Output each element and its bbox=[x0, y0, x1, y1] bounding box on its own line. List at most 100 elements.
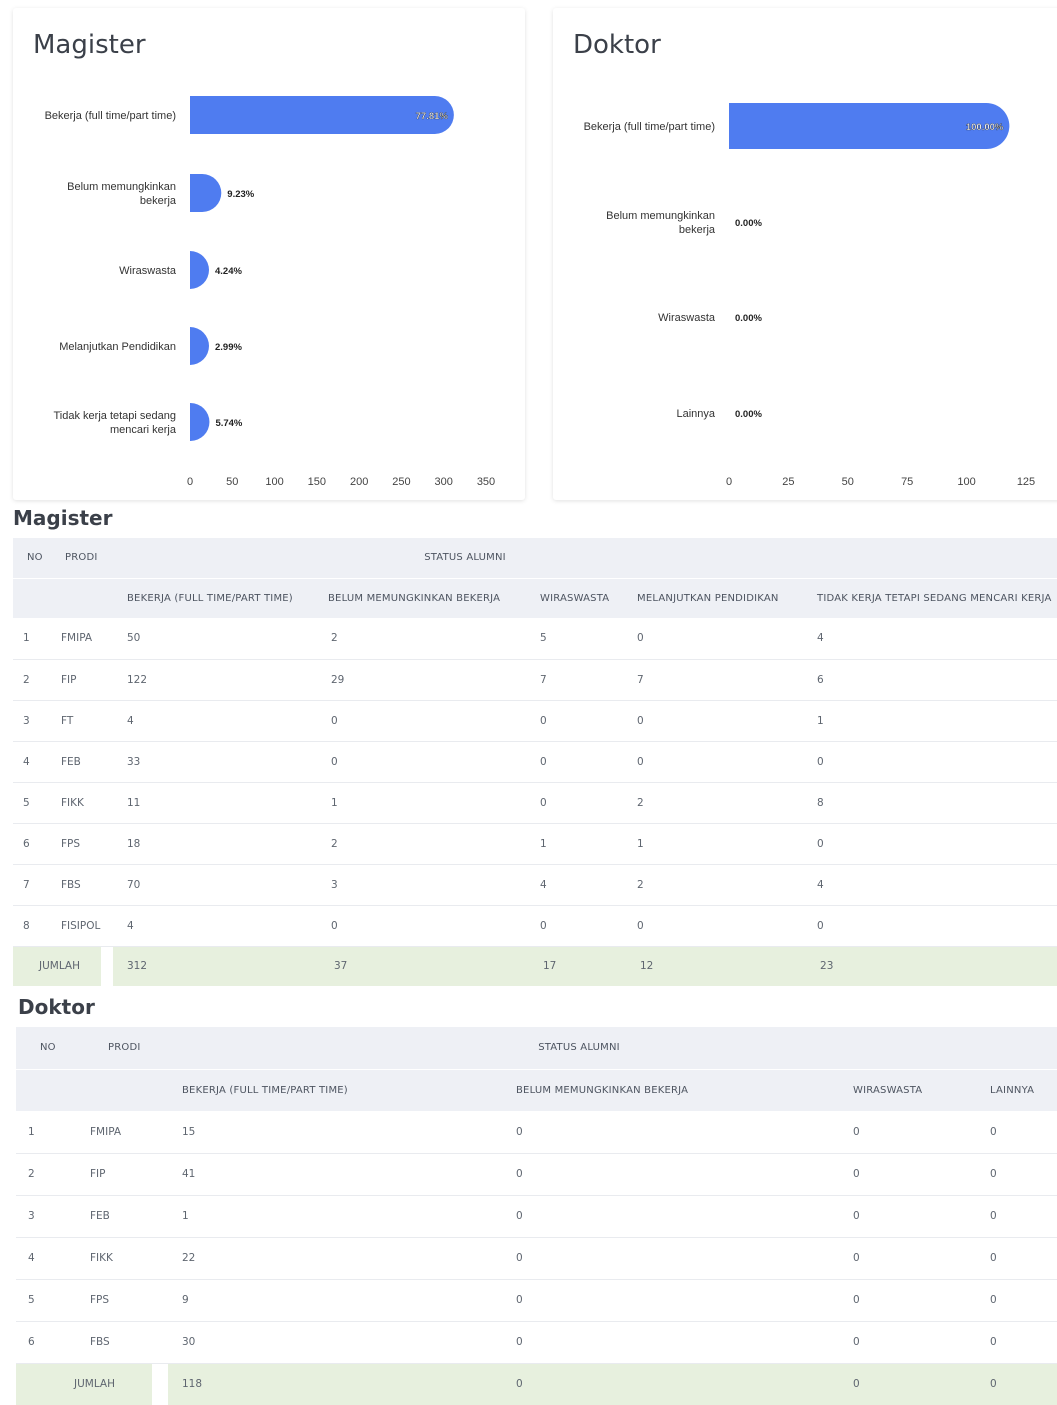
value-cell: 0 bbox=[823, 1195, 977, 1238]
value-cell: 0 bbox=[823, 1237, 977, 1280]
doktor-bar-chart: Bekerja (full time/part time) 100.00% Belu… bbox=[584, 103, 1035, 488]
col-header-prodi: PRODI bbox=[51, 538, 113, 579]
data-label: 100.00% bbox=[966, 122, 1004, 133]
value-cell: 0 bbox=[823, 1279, 977, 1322]
value-cell: 0 bbox=[976, 1195, 1057, 1238]
value-cell: 2 bbox=[623, 782, 804, 824]
value-cell: 0 bbox=[486, 1237, 823, 1280]
x-tick-label: 75 bbox=[901, 476, 913, 488]
value-cell: 2 bbox=[314, 823, 526, 865]
doktor-subheader-row: BEKERJA (FULL TIME/PART TIME) BELUM MEMUN… bbox=[16, 1069, 1057, 1111]
prodi-cell: FPS bbox=[76, 1279, 168, 1322]
table-row: 8 FISIPOL 4 0 0 0 0 bbox=[13, 905, 1057, 947]
value-cell: 15 bbox=[168, 1111, 486, 1154]
prodi-cell: FIP bbox=[76, 1153, 168, 1196]
total-label: JUMLAH bbox=[39, 946, 101, 986]
prodi-cell: FMIPA bbox=[76, 1111, 168, 1154]
value-cell: 0 bbox=[526, 782, 623, 824]
data-label: 4.24% bbox=[215, 266, 242, 277]
value-cell: 0 bbox=[823, 1111, 977, 1154]
value-cell: 0 bbox=[314, 700, 526, 742]
bar bbox=[190, 327, 209, 365]
row-number: 3 bbox=[13, 700, 51, 742]
col-header-status: WIRASWASTA bbox=[526, 578, 623, 618]
x-tick-label: 50 bbox=[842, 476, 854, 488]
x-tick-label: 0 bbox=[726, 476, 732, 488]
category-label: Belum memungkinkan bekerja bbox=[606, 210, 716, 236]
category-label: Wiraswasta bbox=[119, 265, 177, 277]
value-cell: 4 bbox=[803, 864, 1057, 906]
value-cell: 9 bbox=[168, 1279, 486, 1322]
value-cell: 5 bbox=[526, 618, 623, 660]
prodi-cell: FIKK bbox=[51, 782, 113, 824]
bar bbox=[190, 174, 222, 212]
x-tick-label: 0 bbox=[187, 476, 193, 488]
table-row: 3 FEB 1 0 0 0 bbox=[16, 1195, 1057, 1238]
magister-bar-chart: Bekerja (full time/part time) 77.81% Belum… bbox=[45, 96, 495, 488]
value-cell: 6 bbox=[803, 659, 1057, 701]
col-header-status: BEKERJA (FULL TIME/PART TIME) bbox=[113, 578, 314, 618]
prodi-cell: FPS bbox=[51, 823, 113, 865]
magister-total-row: JUMLAH 312 37 17 12 23 bbox=[13, 946, 1057, 986]
doktor-table-title: Doktor bbox=[18, 995, 95, 1019]
prodi-cell: FIP bbox=[51, 659, 113, 701]
value-cell: 0 bbox=[823, 1321, 977, 1364]
value-cell: 1 bbox=[623, 823, 804, 865]
x-tick-label: 25 bbox=[782, 476, 794, 488]
value-cell: 0 bbox=[803, 823, 1057, 865]
bar bbox=[190, 251, 209, 289]
table-row: 4 FEB 33 0 0 0 0 bbox=[13, 741, 1057, 783]
value-cell: 7 bbox=[623, 659, 804, 701]
data-label: 0.00% bbox=[735, 313, 762, 324]
row-number: 2 bbox=[13, 659, 51, 701]
value-cell: 0 bbox=[314, 905, 526, 947]
value-cell: 0 bbox=[486, 1195, 823, 1238]
magister-chart-card: Magister Bekerja (full time/part time) 77… bbox=[13, 8, 525, 500]
category-label: Bekerja (full time/part time) bbox=[45, 110, 176, 122]
col-header-no: NO bbox=[13, 538, 51, 579]
value-cell: 0 bbox=[976, 1111, 1057, 1154]
col-header-status: BELUM MEMUNGKINKAN BEKERJA bbox=[486, 1069, 823, 1111]
value-cell: 0 bbox=[526, 741, 623, 783]
total-value: 23 bbox=[803, 946, 1057, 986]
value-cell: 30 bbox=[168, 1321, 486, 1364]
x-tick-label: 250 bbox=[392, 476, 410, 488]
data-label: 0.00% bbox=[735, 218, 762, 229]
col-header-status: BELUM MEMUNGKINKAN BEKERJA bbox=[314, 578, 526, 618]
col-header-prodi: PRODI bbox=[76, 1027, 168, 1070]
value-cell: 4 bbox=[113, 700, 314, 742]
value-cell: 3 bbox=[314, 864, 526, 906]
value-cell: 0 bbox=[976, 1153, 1057, 1196]
col-header-status: TIDAK KERJA TETAPI SEDANG MENCARI KERJA bbox=[803, 578, 1057, 618]
row-number: 4 bbox=[13, 741, 51, 783]
category-label: Tidak kerja tetapi sedang mencari kerja bbox=[54, 410, 177, 436]
category-label: Wiraswasta bbox=[658, 312, 716, 324]
table-row: 4 FIKK 22 0 0 0 bbox=[16, 1237, 1057, 1280]
x-tick-label: 100 bbox=[265, 476, 283, 488]
x-tick-label: 150 bbox=[308, 476, 326, 488]
category-label: Belum memungkinkan bekerja bbox=[67, 181, 177, 207]
value-cell: 4 bbox=[803, 618, 1057, 660]
value-cell: 0 bbox=[803, 741, 1057, 783]
magister-subheader-row: BEKERJA (FULL TIME/PART TIME) BELUM MEMUN… bbox=[13, 578, 1057, 618]
x-tick-label: 100 bbox=[957, 476, 975, 488]
x-tick-label: 200 bbox=[350, 476, 368, 488]
value-cell: 22 bbox=[168, 1237, 486, 1280]
magister-table-body: 1 FMIPA 50 2 5 0 4 2 FIP 122 29 7 7 6 3 FT 4 0 0 0 1 4 FEB 33 0 0… bbox=[13, 618, 1057, 947]
prodi-cell: FEB bbox=[51, 741, 113, 783]
col-header-blank bbox=[16, 1069, 76, 1111]
category-label: Lainnya bbox=[676, 408, 715, 420]
doktor-table-body: 1 FMIPA 15 0 0 0 2 FIP 41 0 0 0 3 FEB 1 0 0 0 4 FIKK 22 0 0 0 5 F… bbox=[16, 1111, 1057, 1364]
table-row: 7 FBS 70 3 4 2 4 bbox=[13, 864, 1057, 906]
row-number: 5 bbox=[16, 1279, 76, 1322]
col-header-status: LAINNYA bbox=[976, 1069, 1057, 1111]
prodi-cell: FMIPA bbox=[51, 618, 113, 660]
value-cell: 0 bbox=[486, 1111, 823, 1154]
magister-table-title: Magister bbox=[13, 506, 113, 530]
value-cell: 0 bbox=[314, 741, 526, 783]
col-header-blank bbox=[13, 578, 51, 618]
value-cell: 0 bbox=[486, 1279, 823, 1322]
category-label: Melanjutkan Pendidikan bbox=[59, 341, 176, 353]
x-tick-label: 50 bbox=[226, 476, 238, 488]
value-cell: 2 bbox=[623, 864, 804, 906]
